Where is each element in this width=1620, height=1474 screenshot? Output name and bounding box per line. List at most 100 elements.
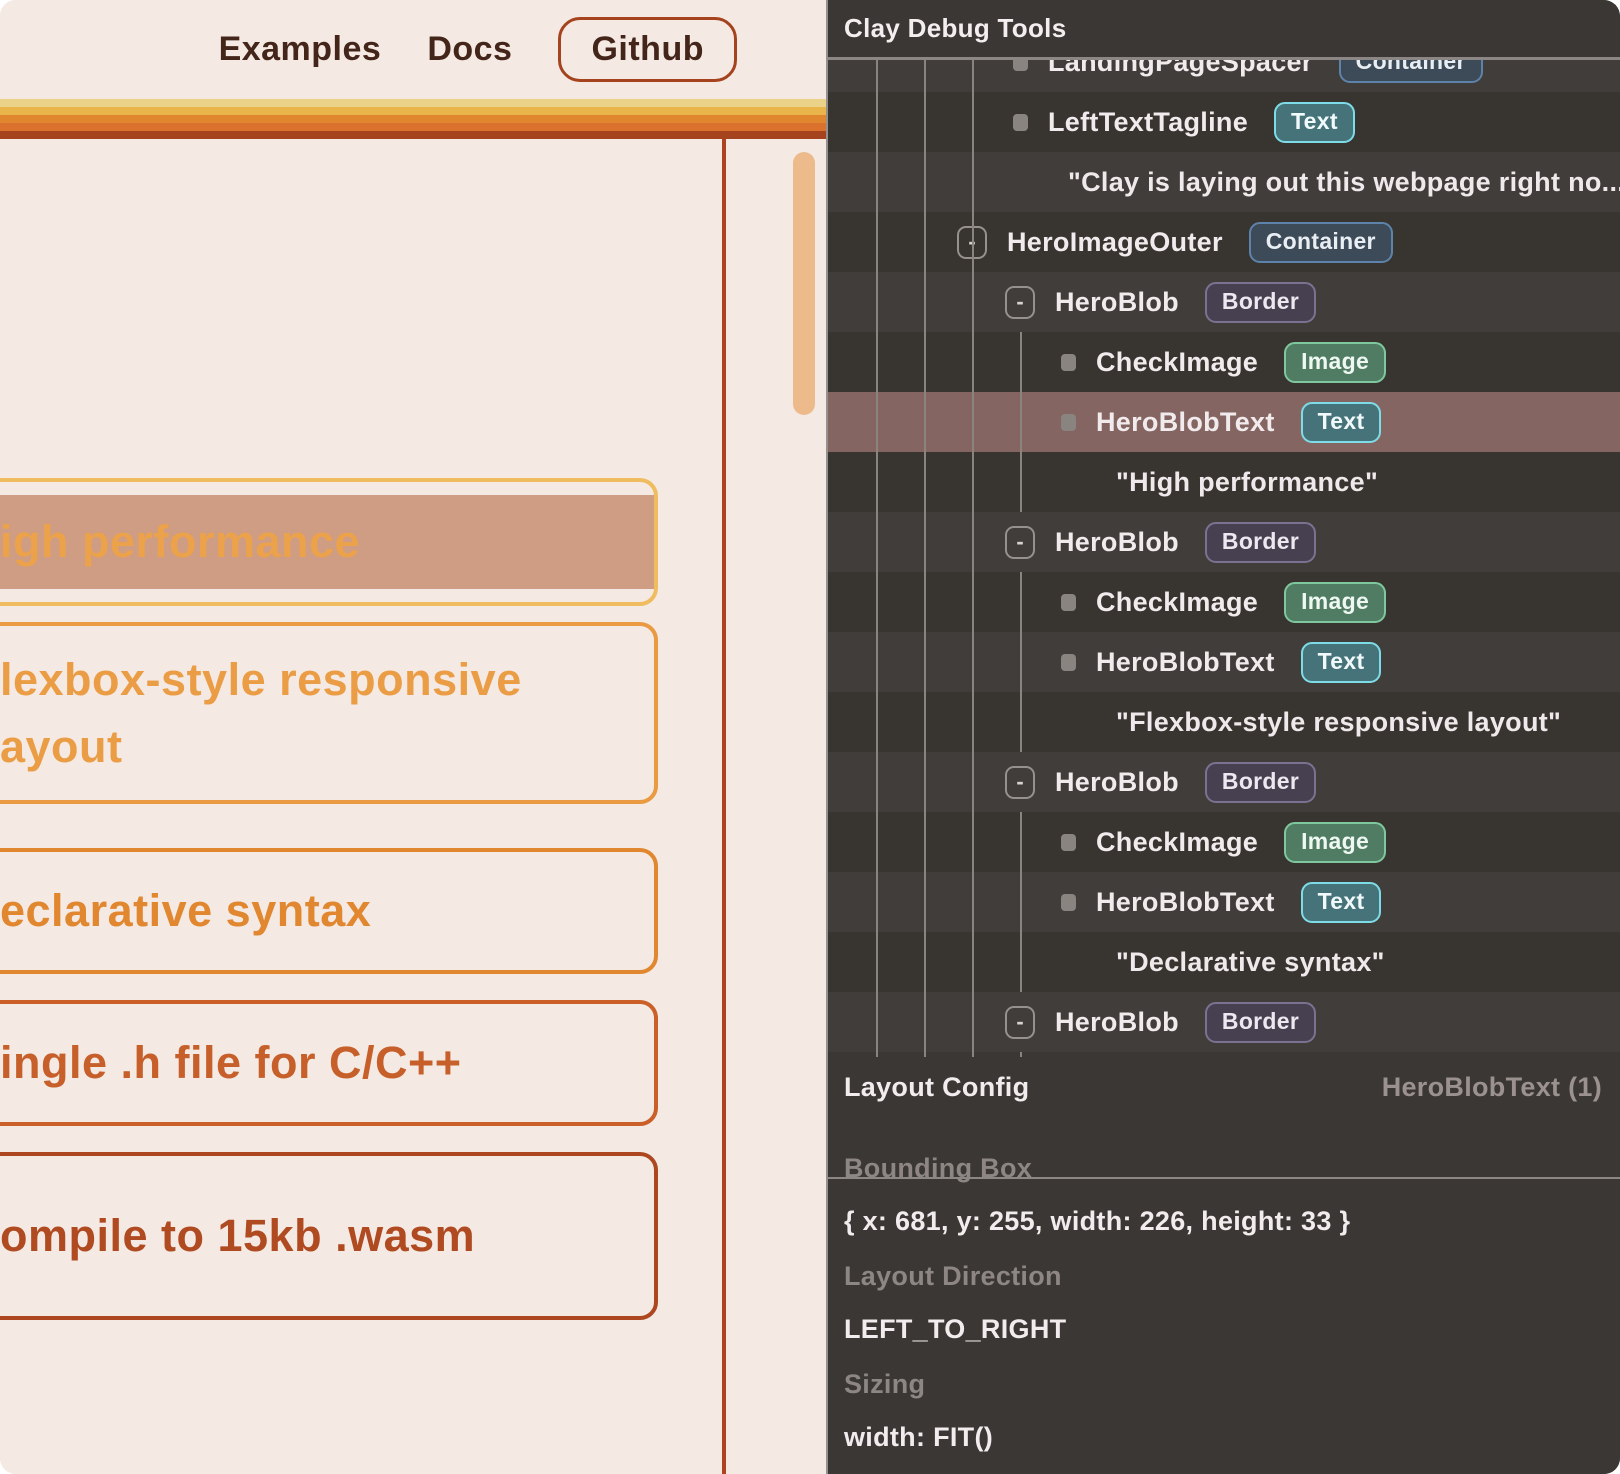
layout-config-title: Layout Config <box>844 1072 1029 1103</box>
tree-indent-guide <box>1020 572 1022 752</box>
feature-box-3: ingle .h file for C/C++ <box>0 1000 658 1126</box>
element-name: HeroBlob <box>1055 767 1179 798</box>
debug-panel-header: Clay Debug Tools <box>828 0 1620 57</box>
element-type-badge: Image <box>1284 822 1386 863</box>
text-content-preview: "High performance" <box>1116 467 1378 498</box>
stripe-band <box>0 99 826 107</box>
tree-indent-guide <box>1020 812 1022 992</box>
page-scrollbar-thumb[interactable] <box>793 152 815 415</box>
clay-debug-panel: LandingPageSpacerContainerLeftTextTaglin… <box>826 0 1620 1474</box>
element-type-badge: Image <box>1284 342 1386 383</box>
element-type-badge: Border <box>1205 762 1316 803</box>
tree-text-preview: "Declarative syntax" <box>828 932 1620 992</box>
element-name: HeroImageOuter <box>1007 227 1223 258</box>
element-name: CheckImage <box>1096 347 1258 378</box>
tree-row-HeroBlob[interactable]: -HeroBlob Border <box>828 512 1620 572</box>
tree-indent-guide <box>972 57 974 1057</box>
element-type-badge: Image <box>1284 582 1386 623</box>
element-type-badge: Text <box>1301 642 1382 683</box>
tree-indent-guide <box>924 57 926 1057</box>
element-type-badge: Border <box>1205 522 1316 563</box>
feature-box-text: ingle .h file for C/C++ <box>0 1029 654 1097</box>
header-separator <box>828 57 1620 60</box>
feature-box-text: igh performance <box>0 508 640 576</box>
config-field-value: LEFT_TO_RIGHT <box>844 1314 1604 1345</box>
element-name: CheckImage <box>1096 587 1258 618</box>
config-field-value: width: FIT() <box>844 1422 1604 1453</box>
tree-row-HeroImageOuter[interactable]: -HeroImageOuterContainer <box>828 212 1620 272</box>
tree-indent-guide <box>1020 332 1022 512</box>
top-nav: Examples Docs Github <box>0 0 826 99</box>
tree-row-HeroBlob[interactable]: -HeroBlob Border <box>828 752 1620 812</box>
stripe-band <box>0 123 826 131</box>
nav-link-docs[interactable]: Docs <box>427 30 512 69</box>
element-name: CheckImage <box>1096 827 1258 858</box>
leaf-bullet-icon <box>1061 414 1076 431</box>
tree-text-preview: "High performance" <box>828 452 1620 512</box>
nav-link-examples[interactable]: Examples <box>219 30 382 69</box>
tree-row-CheckImage[interactable]: CheckImage Image <box>828 812 1620 872</box>
feature-box-text: ayout <box>0 713 654 781</box>
collapse-icon[interactable]: - <box>1005 526 1035 559</box>
feature-box-4: ompile to 15kb .wasm <box>0 1152 658 1320</box>
element-name: HeroBlobText <box>1096 647 1275 678</box>
debug-highlight-overlay: igh performance <box>0 495 654 589</box>
leaf-bullet-icon <box>1061 354 1076 371</box>
page-vertical-divider <box>722 139 726 1474</box>
debug-panel-title: Clay Debug Tools <box>844 13 1066 44</box>
webpage-pane: Examples Docs Github igh performance lexb… <box>0 0 826 1474</box>
leaf-bullet-icon <box>1061 594 1076 611</box>
app-window: Examples Docs Github igh performance lexb… <box>0 0 1620 1474</box>
feature-box-0: igh performance <box>0 478 658 606</box>
rainbow-stripe <box>0 99 826 139</box>
element-type-badge: Container <box>1249 222 1393 263</box>
tree-text-preview: "Clay is laying out this webpage right n… <box>828 152 1620 212</box>
stripe-band <box>0 115 826 123</box>
tree-row-LeftTextTagline[interactable]: LeftTextTagline Text <box>828 92 1620 152</box>
element-name: HeroBlobText <box>1096 887 1275 918</box>
stripe-band <box>0 107 826 115</box>
tree-text-preview: "Flexbox-style responsive layout" <box>828 692 1620 752</box>
text-content-preview: "Clay is laying out this webpage right n… <box>1068 167 1620 198</box>
element-type-badge: Text <box>1301 402 1382 443</box>
tree-row-HeroBlobText[interactable]: HeroBlobText Text <box>828 392 1620 452</box>
config-field-label: Sizing <box>844 1369 1604 1400</box>
leaf-bullet-icon <box>1061 834 1076 851</box>
element-name: HeroBlob <box>1055 527 1179 558</box>
element-name: HeroBlob <box>1055 1007 1179 1038</box>
config-field-value: { x: 681, y: 255, width: 226, height: 33… <box>844 1206 1604 1237</box>
collapse-icon[interactable]: - <box>1005 766 1035 799</box>
collapse-icon[interactable]: - <box>1005 286 1035 319</box>
tree-row-CheckImage[interactable]: CheckImage Image <box>828 332 1620 392</box>
layout-config-section: Layout Config HeroBlobText (1) Bounding … <box>828 1057 1620 1474</box>
tree-row-CheckImage[interactable]: CheckImage Image <box>828 572 1620 632</box>
element-tree: LandingPageSpacerContainerLeftTextTaglin… <box>828 0 1620 1057</box>
element-name: LeftTextTagline <box>1048 107 1248 138</box>
tree-indent-guide <box>1020 1052 1022 1057</box>
github-button[interactable]: Github <box>558 17 737 82</box>
tree-row-HeroBlobText[interactable]: HeroBlobText Text <box>828 872 1620 932</box>
feature-box-2: eclarative syntax <box>0 848 658 974</box>
text-content-preview: "Flexbox-style responsive layout" <box>1116 707 1561 738</box>
tree-indent-guide <box>876 57 878 1057</box>
stripe-band <box>0 131 826 139</box>
element-name: HeroBlobText <box>1096 407 1275 438</box>
element-type-badge: Text <box>1301 882 1382 923</box>
tree-row-HeroBlob[interactable]: -HeroBlob Border <box>828 272 1620 332</box>
feature-box-1: lexbox-style responsiveayout <box>0 622 658 804</box>
element-type-badge: Text <box>1274 102 1355 143</box>
collapse-icon[interactable]: - <box>1005 1006 1035 1039</box>
leaf-bullet-icon <box>1013 114 1028 131</box>
element-name: HeroBlob <box>1055 287 1179 318</box>
feature-box-text: eclarative syntax <box>0 877 654 945</box>
config-field-label: Bounding Box <box>844 1153 1604 1184</box>
element-type-badge: Border <box>1205 1002 1316 1043</box>
feature-box-text: ompile to 15kb .wasm <box>0 1202 654 1270</box>
tree-row-HeroBlobText[interactable]: HeroBlobText Text <box>828 632 1620 692</box>
leaf-bullet-icon <box>1061 894 1076 911</box>
config-separator <box>828 1177 1620 1179</box>
tree-row-HeroBlob[interactable]: -HeroBlob Border <box>828 992 1620 1052</box>
selected-element-label: HeroBlobText (1) <box>1382 1072 1602 1103</box>
element-type-badge: Border <box>1205 282 1316 323</box>
config-field-label: Layout Direction <box>844 1261 1604 1292</box>
